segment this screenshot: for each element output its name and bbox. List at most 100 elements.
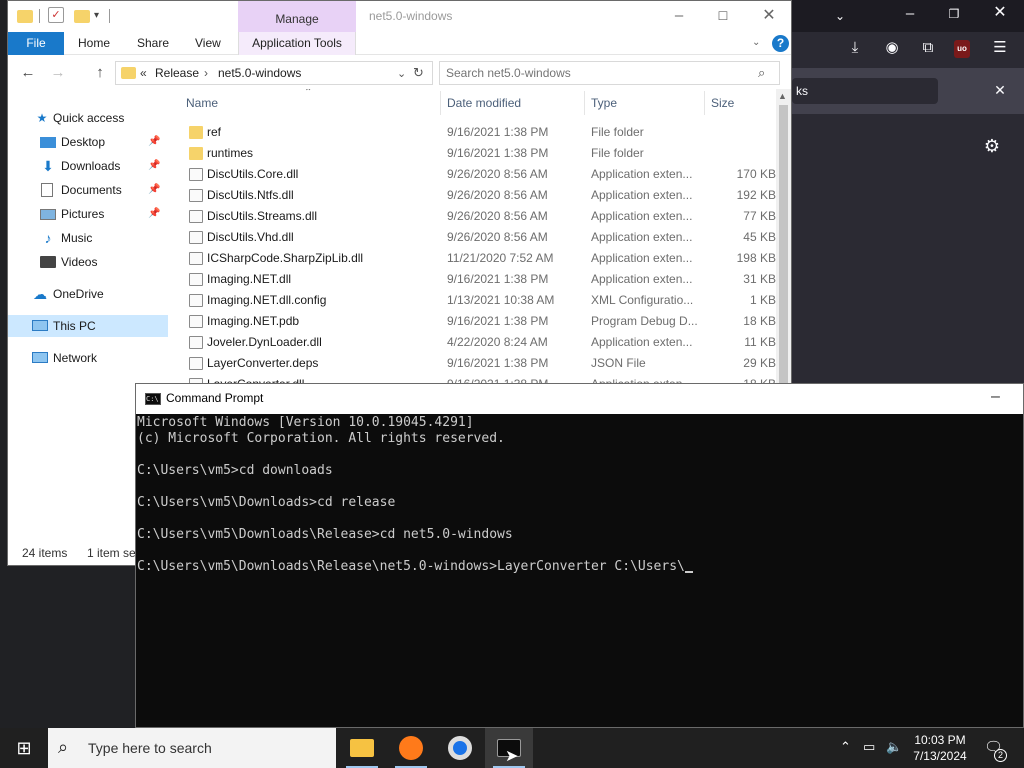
file-row[interactable]: DiscUtils.Ntfs.dll 9/26/2020 8:56 AM Appli…	[178, 185, 776, 206]
file-row[interactable]: DiscUtils.Vhd.dll 9/26/2020 8:56 AM Applic…	[178, 227, 776, 248]
address-dropdown-icon[interactable]: ⌄	[397, 67, 406, 80]
command-prompt-window[interactable]: C:\ Command Prompt – Microsoft Windows […	[135, 383, 1024, 728]
pin-icon[interactable]: 📌	[148, 155, 160, 177]
up-arrow-icon[interactable]: ↑	[90, 64, 110, 81]
chrome-icon[interactable]	[436, 728, 484, 768]
nav-downloads[interactable]: ⬇ Downloads 📌	[8, 155, 168, 177]
browser-minimize-button[interactable]: –	[900, 6, 920, 24]
file-row[interactable]: Imaging.NET.pdb 9/16/2021 1:38 PM Program …	[178, 311, 776, 332]
browser-close-button[interactable]: ✕	[990, 5, 1010, 23]
file-row[interactable]: Joveler.DynLoader.dll 4/22/2020 8:24 AM Ap…	[178, 332, 776, 353]
column-header-type[interactable]: Type	[591, 89, 617, 117]
account-icon[interactable]: ◉	[882, 40, 902, 58]
customize-qat-icon[interactable]: ▾	[94, 7, 99, 25]
file-row[interactable]: DiscUtils.Streams.dll 9/26/2020 8:56 AM Ap…	[178, 206, 776, 227]
breadcrumb-net5-windows[interactable]: net5.0-windows	[218, 66, 301, 80]
nav-this-pc[interactable]: This PC	[8, 315, 168, 337]
tab-list-chevron-icon[interactable]: ⌄	[830, 8, 850, 26]
nav-desktop[interactable]: Desktop 📌	[8, 131, 168, 153]
maximize-button[interactable]: ☐	[708, 6, 738, 26]
scrollbar-thumb[interactable]	[779, 105, 788, 385]
properties-icon[interactable]: ✓	[48, 7, 64, 23]
manage-tab[interactable]: Manage	[238, 1, 356, 32]
terminal-output[interactable]: Microsoft Windows [Version 10.0.19045.42…	[136, 415, 1023, 575]
file-row[interactable]: ref 9/16/2021 1:38 PM File folder ​	[178, 122, 776, 143]
file-icon	[189, 189, 203, 202]
file-row[interactable]: Imaging.NET.dll.config 1/13/2021 10:38 AM…	[178, 290, 776, 311]
extensions-icon[interactable]: ⧉	[918, 40, 938, 58]
nav-quick-access[interactable]: ★ Quick access	[8, 107, 168, 129]
file-explorer-icon[interactable]	[338, 728, 386, 768]
ublock-icon[interactable]: uo	[954, 40, 970, 58]
firefox-icon[interactable]	[387, 728, 435, 768]
file-row[interactable]: DiscUtils.Core.dll 9/26/2020 8:56 AM Appli…	[178, 164, 776, 185]
nav-videos[interactable]: Videos	[8, 251, 168, 273]
column-header-name[interactable]: Name	[186, 89, 218, 117]
tab-share[interactable]: Share	[137, 32, 169, 55]
notification-close-icon[interactable]: ✕	[990, 82, 1010, 100]
tab-file[interactable]: File	[8, 32, 64, 55]
column-divider[interactable]	[440, 91, 441, 115]
show-hidden-icons-icon[interactable]: ⌃	[840, 739, 851, 755]
address-overflow-chevron[interactable]: «	[140, 66, 147, 80]
terminal-line: C:\Users\vm5\Downloads\Release>cd net5.0…	[137, 527, 1023, 543]
nav-onedrive[interactable]: ☁ OneDrive	[8, 283, 168, 305]
breadcrumb-separator-icon[interactable]: ›	[204, 66, 208, 80]
file-row[interactable]: ICSharpCode.SharpZipLib.dll 11/21/2020 7:…	[178, 248, 776, 269]
forward-arrow-icon[interactable]: →	[48, 64, 68, 81]
minimize-button[interactable]: –	[991, 388, 1000, 406]
clock-date[interactable]: 7/13/2024	[908, 749, 972, 763]
tab-view[interactable]: View	[195, 32, 221, 55]
file-row[interactable]: runtimes 9/16/2021 1:38 PM File folder ​	[178, 143, 776, 164]
hamburger-menu-icon[interactable]: ☰	[990, 40, 1010, 58]
taskbar-search[interactable]: ⌕ Type here to search	[48, 728, 336, 768]
nav-pictures[interactable]: Pictures 📌	[8, 203, 168, 225]
videos-icon	[40, 256, 56, 268]
tab-application-tools[interactable]: Application Tools	[238, 32, 356, 55]
file-name: DiscUtils.Vhd.dll	[207, 230, 294, 244]
nav-music[interactable]: ♪ Music	[8, 227, 168, 249]
column-divider[interactable]	[704, 91, 705, 115]
vertical-scrollbar[interactable]: ▲	[776, 89, 791, 385]
pin-icon[interactable]: 📌	[148, 179, 160, 201]
gear-icon[interactable]: ⚙	[982, 137, 1002, 156]
file-row[interactable]: LayerConverter.deps 9/16/2021 1:38 PM JSON…	[178, 353, 776, 374]
windows-start-icon[interactable]: ⊞	[0, 728, 48, 768]
ribbon-tabs: File Home Share View Application Tools ⌄…	[8, 32, 791, 55]
search-input[interactable]	[446, 65, 756, 81]
nav-label: Videos	[61, 255, 98, 269]
tab-home[interactable]: Home	[78, 32, 110, 55]
column-divider[interactable]	[584, 91, 585, 115]
network-icon[interactable]: ▭	[863, 739, 875, 755]
minimize-button[interactable]: –	[664, 6, 694, 26]
clock-time[interactable]: 10:03 PM	[908, 733, 972, 747]
browser-restore-button[interactable]: ❐	[944, 6, 964, 24]
file-row[interactable]: Imaging.NET.dll 9/16/2021 1:38 PM Applicat…	[178, 269, 776, 290]
file-size: 11 KB	[744, 335, 776, 349]
pin-icon[interactable]: 📌	[148, 203, 160, 225]
address-bar[interactable]: « Release › net5.0-windows ⌄ ↻	[115, 61, 433, 85]
file-name: DiscUtils.Streams.dll	[207, 209, 318, 223]
column-header-date[interactable]: Date modified	[447, 89, 521, 117]
download-icon[interactable]: ⤓	[845, 40, 865, 58]
computer-icon	[32, 320, 48, 331]
help-icon[interactable]: ?	[772, 35, 789, 52]
window-title: net5.0-windows	[369, 9, 453, 23]
new-folder-icon[interactable]	[74, 10, 90, 23]
expand-ribbon-icon[interactable]: ⌄	[752, 37, 760, 48]
back-arrow-icon[interactable]: ←	[18, 64, 38, 81]
refresh-icon[interactable]: ↻	[413, 65, 424, 81]
column-header-size[interactable]: Size	[711, 89, 734, 117]
volume-muted-icon[interactable]: 🔈	[886, 739, 902, 755]
scroll-up-icon[interactable]: ▲	[778, 91, 787, 101]
file-date-modified: 9/16/2021 1:38 PM	[447, 272, 549, 286]
document-icon	[41, 183, 53, 197]
close-button[interactable]: ✕	[754, 6, 784, 26]
nav-documents[interactable]: Documents 📌	[8, 179, 168, 201]
nav-network[interactable]: Network	[8, 347, 168, 369]
file-name: DiscUtils.Ntfs.dll	[207, 188, 294, 202]
download-icon: ⬇	[42, 158, 54, 174]
pictures-icon	[40, 209, 56, 220]
breadcrumb-release[interactable]: Release	[155, 66, 199, 80]
pin-icon[interactable]: 📌	[148, 131, 160, 153]
